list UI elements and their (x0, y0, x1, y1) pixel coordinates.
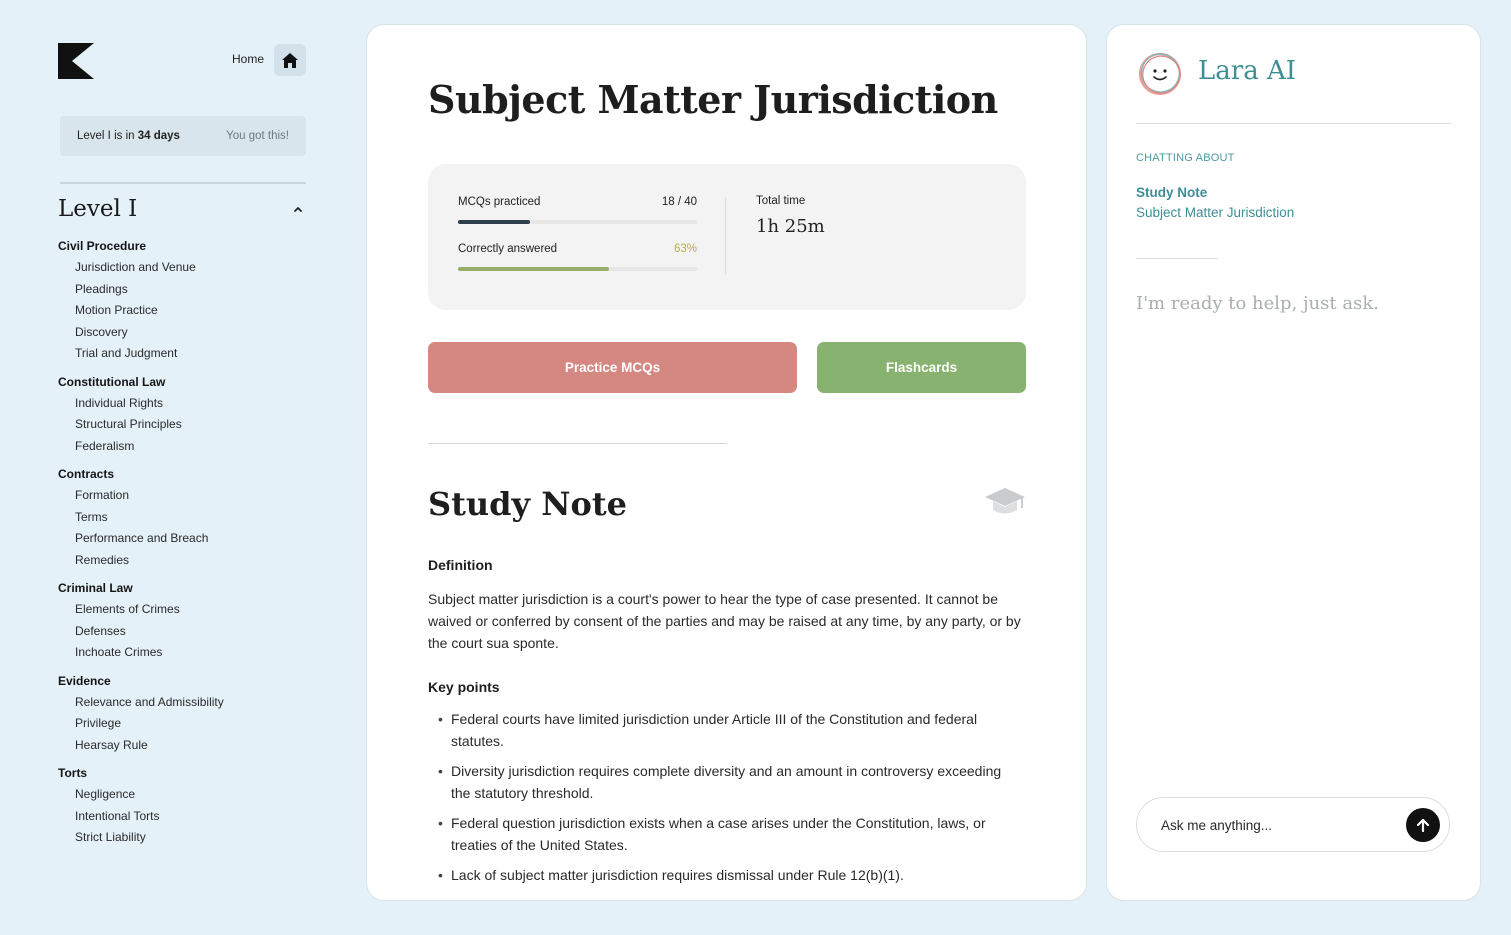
nav-topic-item[interactable]: Structural Principles (58, 414, 306, 436)
nav-topic-item[interactable]: Privilege (58, 713, 306, 735)
chat-input-box (1136, 797, 1450, 852)
key-point-item: Diversity jurisdiction requires complete… (428, 760, 1024, 804)
level-title: Level I (58, 196, 138, 222)
practice-mcqs-button[interactable]: Practice MCQs (428, 342, 797, 393)
nav-subject[interactable]: Evidence (58, 673, 306, 689)
countdown-days: 34 days (137, 130, 180, 142)
correct-label: Correctly answered (458, 243, 558, 255)
nav-topic-item[interactable]: Trial and Judgment (58, 343, 306, 365)
nav-group: Criminal Law Elements of Crimes Defenses In… (58, 580, 306, 664)
section-divider (428, 443, 727, 444)
nav-group: Constitutional Law Individual Rights Struc… (58, 374, 306, 458)
key-points-heading: Key points (428, 679, 500, 695)
nav-topic-item[interactable]: Jurisdiction and Venue (58, 257, 306, 279)
nav-subject[interactable]: Torts (58, 765, 306, 781)
nav-topic-item[interactable]: Defenses (58, 621, 306, 643)
chat-hint: I'm ready to help, just ask. (1136, 293, 1379, 314)
home-link[interactable]: Home (232, 52, 264, 66)
nav-group: Civil Procedure Jurisdiction and Venue Ple… (58, 238, 306, 365)
ai-chat-panel: Lara AI Chatting about Study Note Subjec… (1106, 24, 1481, 901)
total-time-value: 1h 25m (756, 216, 825, 237)
stats-divider (725, 197, 726, 275)
chat-input[interactable] (1161, 815, 1391, 835)
definition-heading: Definition (428, 557, 493, 573)
flashcards-button[interactable]: Flashcards (817, 342, 1026, 393)
countdown-encouragement: You got this! (226, 130, 289, 142)
nav-topic-item[interactable]: Formation (58, 485, 306, 507)
nav-topic-item[interactable]: Elements of Crimes (58, 599, 306, 621)
nav-topic-item[interactable]: Pleadings (58, 279, 306, 301)
nav-group: Contracts Formation Terms Performance and B… (58, 466, 306, 571)
nav-group: Evidence Relevance and Admissibility Privi… (58, 673, 306, 757)
progress-stats: MCQs practiced 18 / 40 Correctly answere… (428, 164, 1026, 310)
nav-topic-item[interactable]: Motion Practice (58, 300, 306, 322)
nav-topic-item[interactable]: Hearsay Rule (58, 735, 306, 757)
chatting-about-label: Chatting about (1136, 152, 1235, 164)
key-point-item: Federal question jurisdiction exists whe… (428, 812, 1024, 856)
subject-nav: Civil Procedure Jurisdiction and Venue Ple… (58, 238, 306, 858)
nav-topic-item[interactable]: Discovery (58, 322, 306, 344)
nav-subject[interactable]: Contracts (58, 466, 306, 482)
nav-topic-item[interactable]: Inchoate Crimes (58, 642, 306, 664)
home-button[interactable] (274, 44, 306, 76)
smiley-avatar-icon (1138, 52, 1182, 96)
chat-divider (1136, 123, 1451, 124)
key-point-item: Federal courts have limited jurisdiction… (428, 708, 1024, 752)
context-name[interactable]: Subject Matter Jurisdiction (1136, 205, 1294, 220)
correct-value: 63% (673, 243, 697, 255)
mcq-progress-bar (458, 220, 697, 224)
correct-progress-bar (458, 267, 697, 271)
graduation-cap-icon (985, 488, 1025, 514)
level-header[interactable]: Level I (58, 196, 306, 222)
home-icon (282, 52, 298, 68)
nav-topic-item[interactable]: Individual Rights (58, 393, 306, 415)
key-points-list: Federal courts have limited jurisdiction… (428, 708, 1024, 894)
nav-topic-item[interactable]: Strict Liability (58, 827, 306, 849)
study-panel: Subject Matter Jurisdiction MCQs practic… (366, 24, 1087, 901)
nav-subject[interactable]: Criminal Law (58, 580, 306, 596)
mcq-label: MCQs practiced (458, 196, 541, 208)
nav-subject[interactable]: Constitutional Law (58, 374, 306, 390)
chevron-up-icon[interactable] (292, 203, 304, 215)
countdown-text: Level I is in 34 days (77, 130, 180, 142)
key-point-item: Lack of subject matter jurisdiction requ… (428, 864, 1024, 886)
nav-topic-item[interactable]: Performance and Breach (58, 528, 306, 550)
brand-logo[interactable] (58, 43, 94, 79)
total-time-label: Total time (756, 195, 806, 207)
study-note-title: Study Note (428, 485, 627, 523)
nav-topic-item[interactable]: Remedies (58, 550, 306, 572)
ai-name: Lara AI (1198, 56, 1297, 86)
mcq-progress-fill (458, 220, 530, 224)
send-button[interactable] (1406, 808, 1440, 842)
arrow-up-icon (1416, 818, 1430, 833)
nav-topic-item[interactable]: Federalism (58, 436, 306, 458)
page-title: Subject Matter Jurisdiction (428, 77, 998, 122)
mcq-value: 18 / 40 (661, 196, 697, 208)
nav-topic-item[interactable]: Intentional Torts (58, 806, 306, 828)
nav-topic-item[interactable]: Terms (58, 507, 306, 529)
context-type[interactable]: Study Note (1136, 185, 1207, 200)
nav-group: Torts Negligence Intentional Torts Strict L… (58, 765, 306, 849)
nav-topic-item[interactable]: Negligence (58, 784, 306, 806)
definition-text: Subject matter jurisdiction is a court's… (428, 591, 1021, 651)
nav-topic-item[interactable]: Relevance and Admissibility (58, 692, 306, 714)
exam-countdown: Level I is in 34 days You got this! (60, 116, 306, 156)
sidebar-divider (60, 182, 306, 184)
nav-subject[interactable]: Civil Procedure (58, 238, 306, 254)
chat-divider-short (1136, 258, 1218, 259)
correct-progress-fill (458, 267, 609, 271)
